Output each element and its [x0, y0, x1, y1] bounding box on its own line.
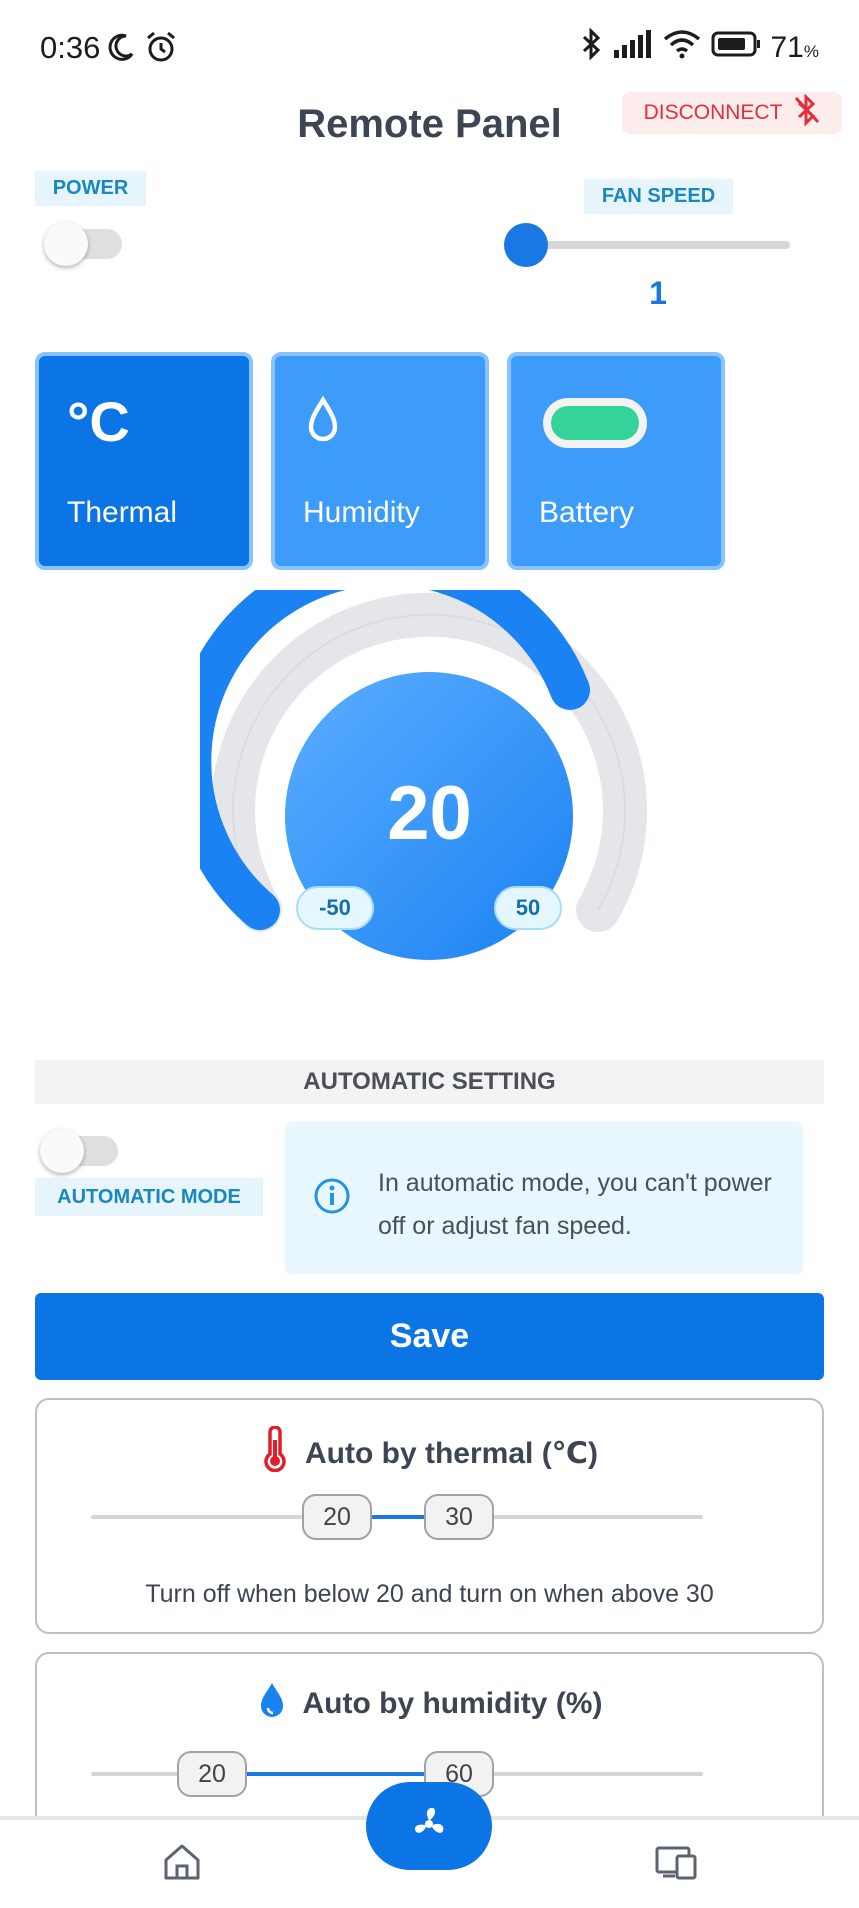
- wifi-icon: [663, 29, 701, 67]
- power-toggle-knob: [44, 222, 88, 266]
- save-button[interactable]: Save: [35, 1293, 824, 1380]
- auto-thermal-card: Auto by thermal (℃) 20 30 Turn off when …: [35, 1398, 824, 1634]
- moon-icon: [106, 32, 136, 67]
- celsius-icon: °C: [67, 390, 130, 453]
- battery-unit: %: [803, 42, 819, 61]
- bluetooth-icon: [581, 27, 603, 68]
- battery-status-icon: [711, 31, 761, 65]
- info-text: In automatic mode, you can't power off o…: [378, 1169, 772, 1240]
- signal-icon: [613, 30, 653, 66]
- water-drop-icon: [303, 394, 343, 453]
- automatic-mode-label: AUTOMATIC MODE: [35, 1178, 263, 1216]
- mode-card-label: Humidity: [303, 496, 420, 529]
- thermal-low-thumb[interactable]: 20: [302, 1494, 372, 1540]
- info-icon: [313, 1177, 351, 1220]
- home-icon[interactable]: [162, 1842, 202, 1887]
- fan-speed-value: 1: [649, 275, 667, 311]
- auto-thermal-title-row: Auto by thermal (℃): [37, 1425, 822, 1480]
- mode-card-label: Battery: [539, 496, 635, 529]
- automatic-mode-toggle[interactable]: [40, 1129, 118, 1173]
- fan-speed-slider-thumb[interactable]: [504, 223, 548, 267]
- mode-card-thermal[interactable]: °C Thermal: [35, 352, 253, 570]
- disconnect-button[interactable]: DISCONNECT: [622, 92, 842, 134]
- fan-icon: [409, 1804, 449, 1849]
- humidity-low-thumb[interactable]: 20: [177, 1751, 247, 1797]
- auto-thermal-description: Turn off when below 20 and turn on when …: [145, 1580, 714, 1608]
- automatic-setting-header: AUTOMATIC SETTING: [35, 1060, 824, 1104]
- battery-icon: [539, 394, 651, 457]
- status-time: 0:36: [40, 30, 101, 65]
- bluetooth-off-icon: [794, 93, 820, 132]
- battery-percent: 71: [770, 31, 804, 64]
- gauge-min-label: -50: [296, 886, 374, 930]
- power-toggle[interactable]: [44, 222, 122, 266]
- status-icons: 71%: [581, 27, 819, 68]
- thermal-high-thumb[interactable]: 30: [424, 1494, 494, 1540]
- water-drop-blue-icon: [257, 1680, 287, 1728]
- gauge-max-label: 50: [494, 886, 562, 930]
- thermometer-icon: [261, 1425, 289, 1480]
- mode-card-humidity[interactable]: Humidity: [271, 352, 489, 570]
- disconnect-label: DISCONNECT: [643, 101, 783, 124]
- devices-icon[interactable]: [655, 1844, 697, 1885]
- automatic-mode-toggle-knob: [40, 1129, 84, 1173]
- power-label: POWER: [35, 171, 146, 206]
- auto-thermal-title: Auto by thermal (℃): [305, 1436, 598, 1470]
- mode-card-battery[interactable]: Battery: [507, 352, 725, 570]
- alarm-icon: [144, 30, 178, 69]
- fan-speed-track[interactable]: [526, 241, 790, 249]
- info-box: In automatic mode, you can't power off o…: [285, 1122, 803, 1274]
- fan-fab-button[interactable]: [366, 1782, 492, 1870]
- fan-speed-label: FAN SPEED: [584, 179, 733, 214]
- mode-card-label: Thermal: [67, 496, 178, 529]
- gauge-value: 20: [387, 771, 472, 856]
- auto-humidity-title-row: Auto by humidity (%): [37, 1680, 822, 1728]
- auto-humidity-title: Auto by humidity (%): [302, 1687, 603, 1720]
